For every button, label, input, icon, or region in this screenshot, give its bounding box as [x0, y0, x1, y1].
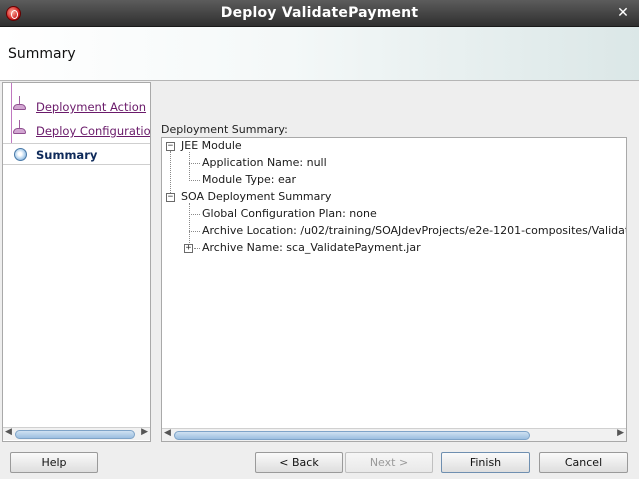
collapse-icon[interactable]: −	[166, 142, 175, 151]
back-button[interactable]: < Back	[255, 452, 343, 473]
title-bar: Deploy ValidatePayment ✕	[0, 0, 639, 27]
step-label[interactable]: Deployment Action	[36, 100, 146, 114]
window-title: Deploy ValidatePayment	[220, 5, 419, 21]
steps-horizontal-scrollbar[interactable]: ◀ ▶	[3, 427, 150, 440]
tree-node-archive-name[interactable]: Archive Name: sca_ValidatePayment.jar	[202, 241, 421, 257]
help-button[interactable]: Help	[10, 452, 98, 473]
scroll-left-icon[interactable]: ◀	[164, 428, 171, 438]
tree-connector	[189, 152, 190, 181]
tree-node-archive-location[interactable]: Archive Location: /u02/training/SOAJdevP…	[202, 224, 626, 240]
tree-node-application-name[interactable]: Application Name: null	[202, 156, 327, 172]
tree-node-global-config-plan[interactable]: Global Configuration Plan: none	[202, 207, 377, 223]
page-header: Summary	[0, 27, 639, 81]
scroll-thumb[interactable]	[174, 431, 530, 440]
scroll-left-icon[interactable]: ◀	[5, 427, 12, 437]
cancel-button[interactable]: Cancel	[539, 452, 628, 473]
step-deployment-action[interactable]: Deployment Action	[3, 96, 150, 118]
tree-node-jee-module[interactable]: JEE Module	[181, 139, 242, 155]
step-visited-pin-icon	[11, 120, 29, 142]
scroll-right-icon[interactable]: ▶	[617, 428, 624, 438]
wizard-steps-panel: Deployment Action Deploy Configuration S…	[2, 82, 151, 442]
close-icon[interactable]: ✕	[615, 5, 631, 21]
tree-connector	[189, 231, 200, 232]
tree-connector	[189, 214, 200, 215]
tree-node-module-type[interactable]: Module Type: ear	[202, 173, 296, 189]
step-label[interactable]: Deploy Configuration	[36, 124, 150, 138]
step-current-dot-icon	[11, 144, 29, 166]
collapse-icon[interactable]: −	[166, 193, 175, 202]
step-label: Summary	[36, 148, 98, 162]
next-button[interactable]: Next >	[345, 452, 433, 473]
scroll-right-icon[interactable]: ▶	[141, 427, 148, 437]
scroll-thumb[interactable]	[15, 430, 135, 439]
step-summary[interactable]: Summary	[3, 143, 150, 165]
page-title: Summary	[8, 46, 76, 62]
step-visited-pin-icon	[11, 96, 29, 118]
tree-connector	[194, 248, 200, 249]
deployment-summary-tree: − JEE Module Application Name: null Modu…	[161, 137, 627, 442]
deployment-summary-label: Deployment Summary:	[161, 123, 288, 136]
finish-button[interactable]: Finish	[441, 452, 530, 473]
summary-horizontal-scrollbar[interactable]: ◀ ▶	[162, 428, 626, 441]
step-deploy-configuration[interactable]: Deploy Configuration	[3, 120, 150, 142]
tree-connector	[189, 163, 200, 164]
tree-connector	[189, 180, 200, 181]
expand-icon[interactable]: +	[184, 244, 193, 253]
tree-node-soa-deployment-summary[interactable]: SOA Deployment Summary	[181, 190, 331, 206]
